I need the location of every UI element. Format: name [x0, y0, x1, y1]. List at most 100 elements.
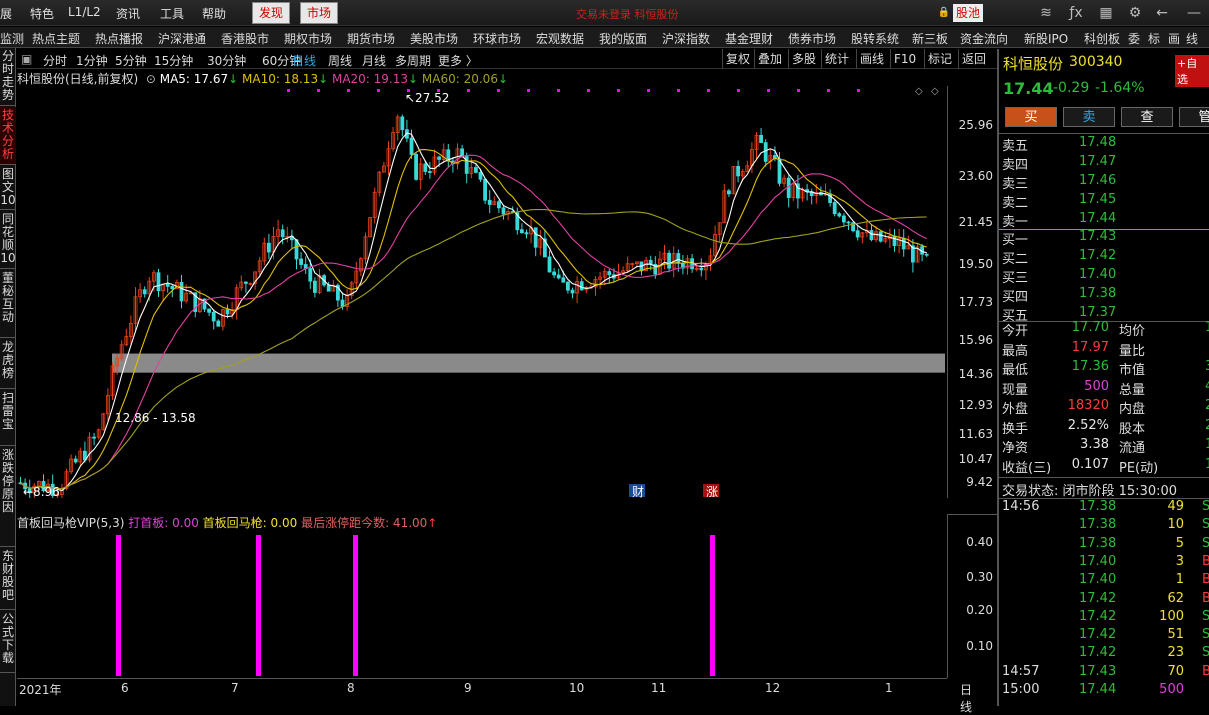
toolbar-btn-3[interactable]: 统计 — [821, 49, 852, 69]
toolbar-btn-7[interactable]: 返回 — [958, 49, 989, 69]
tick-side: B — [1202, 590, 1209, 606]
nav-item-20[interactable]: 标 — [1148, 30, 1160, 47]
top-menu-2[interactable]: L1/L2 — [68, 5, 101, 19]
minimize-icon[interactable]: — — [1186, 5, 1202, 21]
period-1[interactable]: 1分钟 — [76, 52, 108, 69]
top-menu-0[interactable]: 展 — [0, 5, 12, 22]
ma10-line — [20, 149, 927, 490]
trade-button-2[interactable]: 查 — [1121, 107, 1173, 127]
period-2[interactable]: 5分钟 — [115, 52, 147, 69]
add-watchlist-button[interactable]: +自选 — [1175, 55, 1209, 87]
period-8[interactable]: 月线 — [362, 52, 386, 69]
nav-item-16[interactable]: 资金流向 — [960, 30, 1008, 47]
candle — [763, 139, 768, 167]
nav-item-19[interactable]: 委 — [1128, 30, 1140, 47]
candle-body — [170, 285, 175, 290]
nav-item-12[interactable]: 基金理财 — [725, 30, 773, 47]
candle — [266, 233, 271, 260]
left-tab-0[interactable]: 分时走势 — [0, 48, 16, 106]
period-10[interactable]: 更多 〉 — [438, 52, 478, 69]
zone-label: 12.86 - 13.58 — [115, 411, 196, 425]
nav-item-14[interactable]: 股转系统 — [851, 30, 899, 47]
nav-item-1[interactable]: 热点主题 — [32, 30, 80, 47]
nav-item-10[interactable]: 我的版面 — [599, 30, 647, 47]
period-6[interactable]: 日线 — [292, 52, 316, 69]
candle-body — [556, 274, 561, 279]
nav-item-13[interactable]: 债券市场 — [788, 30, 836, 47]
toolbar-btn-6[interactable]: 标记 — [924, 49, 955, 69]
candle — [727, 188, 731, 197]
nav-item-7[interactable]: 美股市场 — [410, 30, 458, 47]
stat-label: 收益(三) — [1002, 460, 1052, 476]
candle — [248, 282, 253, 286]
period-9[interactable]: 多周期 — [395, 52, 431, 69]
left-tab-8[interactable]: 东财股吧 — [0, 548, 16, 610]
candle — [878, 231, 883, 243]
top-menu-4[interactable]: 工具 — [160, 5, 184, 22]
period-3[interactable]: 15分钟 — [154, 52, 193, 69]
stat-value-2: 1 — [1205, 320, 1209, 335]
left-tab-5[interactable]: 龙虎榜 — [0, 339, 16, 389]
nav-item-4[interactable]: 香港股市 — [221, 30, 269, 47]
toolbar-btn-5[interactable]: F10 — [890, 49, 919, 69]
nav-item-22[interactable]: 线 — [1186, 30, 1198, 47]
layers-icon[interactable]: ≋ — [1038, 5, 1054, 21]
grid-icon[interactable]: ▦ — [1098, 5, 1114, 21]
back-icon[interactable]: ← — [1154, 5, 1170, 21]
top-marker-dot — [647, 89, 650, 92]
left-tab-4[interactable]: 董秘互动 — [0, 270, 16, 338]
candlestick-chart[interactable]: ↖27.52 ←8.96 12.86 - 13.58 财 涨 ◇ ◇ — [17, 86, 947, 498]
nav-item-5[interactable]: 期权市场 — [284, 30, 332, 47]
period-0[interactable]: 分时 — [43, 52, 67, 69]
settings-circle-icon[interactable]: ⊙ — [142, 72, 156, 86]
left-tab-9[interactable]: 公式下载 — [0, 611, 16, 673]
top-menu-3[interactable]: 资讯 — [116, 5, 140, 22]
trade-button-0[interactable]: 买 — [1005, 107, 1057, 127]
indicator-chart[interactable] — [17, 530, 947, 678]
nav-item-17[interactable]: 新股IPO — [1024, 30, 1068, 47]
top-menu-1[interactable]: 特色 — [30, 5, 54, 22]
ma-legend: 科恒股份(日线,前复权) ⊙ MA5: 17.67↓ MA10: 18.13↓ … — [17, 72, 509, 86]
nav-item-11[interactable]: 沪深指数 — [662, 30, 710, 47]
tick-volume: 51 — [1167, 627, 1184, 643]
top-menu-7[interactable]: 市场 — [300, 2, 339, 24]
nav-item-18[interactable]: 科创板 — [1084, 30, 1120, 47]
stock-pool-button[interactable]: 股池 — [953, 4, 984, 22]
ma5-label: MA5: 17.67 — [159, 72, 229, 86]
top-menu-5[interactable]: 帮助 — [202, 5, 226, 22]
left-tab-7[interactable]: 涨跌停原因 — [0, 447, 16, 547]
nav-item-2[interactable]: 热点播报 — [95, 30, 143, 47]
trade-button-3[interactable]: 管 — [1179, 107, 1209, 127]
candle — [285, 226, 290, 243]
indicator-name[interactable]: 首板回马枪VIP(5,3) — [17, 516, 124, 530]
top-menu-6[interactable]: 发现 — [252, 2, 291, 24]
candle — [404, 119, 409, 143]
nav-item-21[interactable]: 画 — [1168, 30, 1180, 47]
lock-icon[interactable]: 🔒 — [936, 5, 952, 21]
sidebar-toggle-icon[interactable]: ▣ — [21, 52, 32, 66]
toolbar-btn-0[interactable]: 复权 — [722, 49, 753, 69]
nav-item-15[interactable]: 新三板 — [912, 30, 948, 47]
period-7[interactable]: 周线 — [328, 52, 352, 69]
candle-body — [340, 299, 345, 307]
period-4[interactable]: 30分钟 — [207, 52, 246, 69]
left-tab-6[interactable]: 扫雷宝 — [0, 390, 16, 446]
toolbar-btn-1[interactable]: 叠加 — [754, 49, 785, 69]
nav-item-8[interactable]: 环球市场 — [473, 30, 521, 47]
nav-item-0[interactable]: 监测 — [0, 30, 24, 47]
left-tab-2[interactable]: 图文10 — [0, 166, 16, 210]
candle — [524, 229, 529, 239]
trade-button-1[interactable]: 卖 — [1063, 107, 1115, 127]
fx-icon[interactable]: ƒx — [1068, 5, 1084, 21]
nav-item-6[interactable]: 期货市场 — [347, 30, 395, 47]
left-tab-3[interactable]: 同花顺10 — [0, 211, 16, 269]
left-tab-1[interactable]: 技术分析 — [0, 107, 16, 165]
candle — [547, 250, 552, 273]
candle-body — [566, 281, 570, 291]
toolbar-btn-2[interactable]: 多股 — [788, 49, 819, 69]
candle-body — [400, 116, 405, 131]
nav-item-3[interactable]: 沪深港通 — [158, 30, 206, 47]
gear-icon[interactable]: ⚙ — [1127, 5, 1143, 21]
toolbar-btn-4[interactable]: 画线 — [856, 49, 887, 69]
nav-item-9[interactable]: 宏观数据 — [536, 30, 584, 47]
